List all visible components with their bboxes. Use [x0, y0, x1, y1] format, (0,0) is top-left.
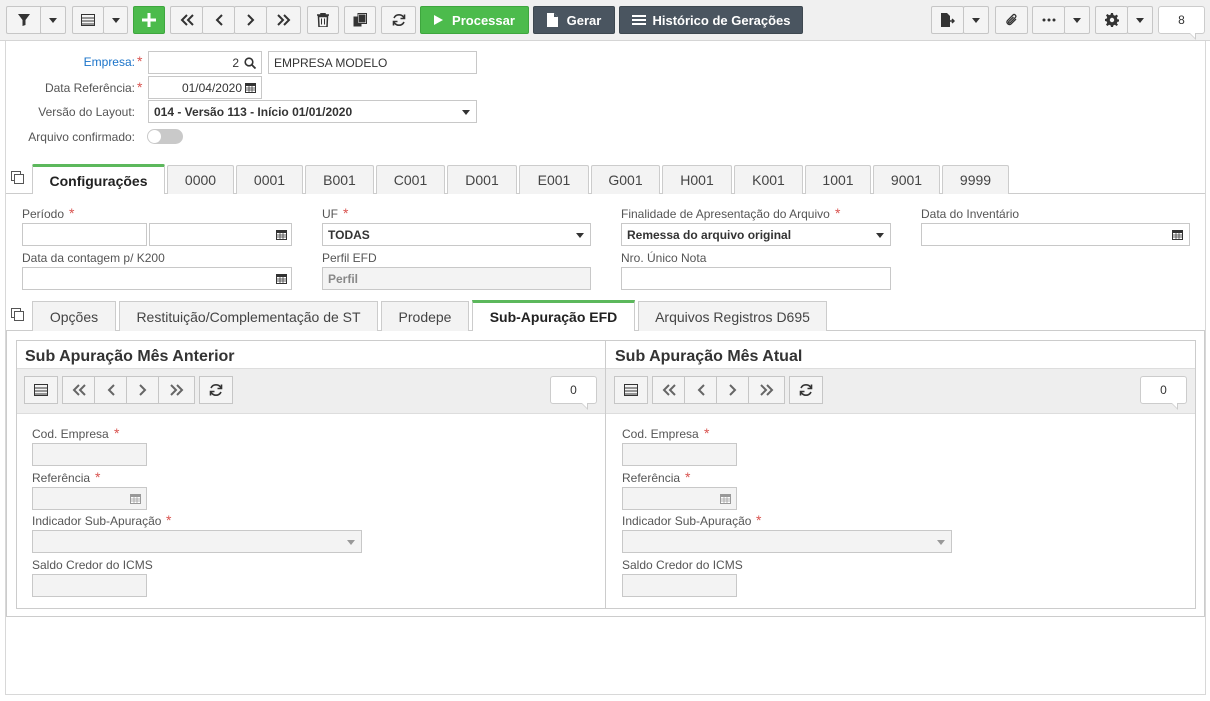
filter-button[interactable] — [6, 6, 41, 34]
chevron-down-icon — [1136, 17, 1144, 23]
filter-icon — [17, 14, 30, 26]
processar-button[interactable]: Processar — [420, 6, 529, 34]
gerar-label: Gerar — [566, 12, 602, 28]
processar-label: Processar — [452, 12, 515, 28]
previous-record-button[interactable] — [202, 6, 235, 34]
list-icon — [631, 15, 646, 25]
attachment-button[interactable] — [995, 6, 1028, 34]
export-button[interactable] — [931, 6, 964, 34]
export-dropdown-button[interactable] — [963, 6, 989, 34]
last-record-button[interactable] — [266, 6, 301, 34]
trash-icon — [317, 13, 329, 27]
historico-label: Histórico de Gerações — [652, 12, 791, 28]
historico-geracoes-button[interactable]: Histórico de Gerações — [619, 6, 803, 34]
add-button[interactable] — [133, 6, 165, 34]
copy-button[interactable] — [344, 6, 376, 34]
chevron-right-icon — [246, 14, 254, 26]
first-record-button[interactable] — [170, 6, 203, 34]
grid-view-dropdown-button[interactable] — [103, 6, 128, 34]
chevron-down-icon — [111, 17, 120, 23]
more-options-button[interactable] — [1032, 6, 1065, 34]
settings-button[interactable] — [1095, 6, 1128, 34]
export-file-icon — [940, 13, 955, 27]
play-icon — [434, 15, 444, 25]
chevron-left-icon — [215, 14, 223, 26]
double-chevron-left-icon — [180, 14, 194, 26]
chevron-down-icon — [1073, 17, 1081, 23]
file-icon — [546, 13, 558, 27]
plus-icon — [142, 13, 156, 27]
refresh-button[interactable] — [381, 6, 416, 34]
chevron-down-icon — [972, 17, 980, 23]
next-record-button[interactable] — [234, 6, 267, 34]
ellipsis-icon — [1042, 18, 1055, 22]
chevron-down-icon — [49, 17, 57, 23]
paperclip-icon — [1005, 13, 1016, 26]
copy-icon — [353, 13, 367, 27]
filter-dropdown-button[interactable] — [40, 6, 66, 34]
record-counter-value: 8 — [1178, 13, 1185, 27]
page-frame — [5, 41, 1206, 695]
record-counter: 8 — [1158, 6, 1205, 40]
gerar-button[interactable]: Gerar — [533, 6, 615, 34]
delete-button[interactable] — [307, 6, 339, 34]
more-options-dropdown-button[interactable] — [1064, 6, 1090, 34]
table-icon — [81, 14, 95, 26]
refresh-icon — [392, 14, 405, 26]
double-chevron-right-icon — [276, 14, 290, 26]
grid-view-button[interactable] — [72, 6, 104, 34]
settings-dropdown-button[interactable] — [1127, 6, 1153, 34]
gear-icon — [1104, 13, 1119, 27]
